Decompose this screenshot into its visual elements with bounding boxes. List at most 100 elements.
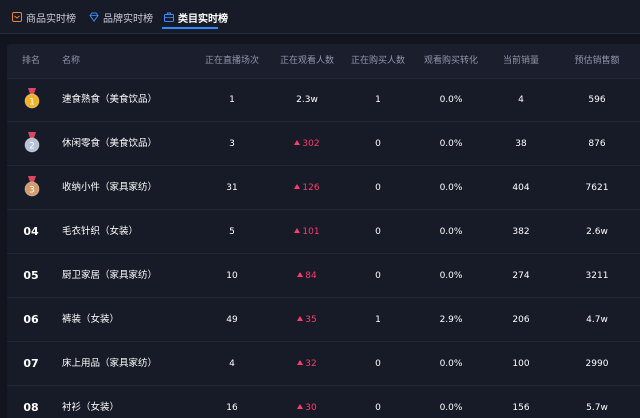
- name-cell: 休闲零食（美食饮品）: [62, 122, 192, 166]
- viewers-value: 32: [305, 359, 317, 369]
- rank-number: 2: [29, 142, 35, 152]
- name-value: 床上用品（家具家纺）: [62, 358, 158, 369]
- revenue-cell: 596: [562, 78, 632, 122]
- revenue-cell: 2990: [562, 342, 632, 386]
- table-row[interactable]: 07 床上用品（家具家纺） 4 32 0 0.0% 100 2990: [7, 342, 640, 386]
- trend-up-icon: [294, 228, 301, 233]
- conversion-value: 0.0%: [439, 95, 463, 105]
- viewers-value: 2.3w: [296, 95, 318, 105]
- rank-cell: 2: [7, 122, 55, 166]
- name-value: 衬衫（女装）: [62, 402, 120, 413]
- tab-brand-ranking[interactable]: 品牌实时榜: [89, 8, 153, 26]
- buyers-cell: 1: [343, 298, 413, 342]
- diamond-icon: [89, 12, 99, 22]
- table-row[interactable]: 3 收纳小件（家具家纺） 31 126 0 0.0% 404 7621: [7, 166, 640, 210]
- sales-value: 38: [515, 139, 527, 149]
- buyers-cell: 0: [343, 122, 413, 166]
- table-row[interactable]: 05 厨卫家居（家具家纺） 10 84 0 0.0% 274 3211: [7, 254, 640, 298]
- revenue-value: 2990: [585, 359, 609, 369]
- sales-value: 4: [518, 95, 524, 105]
- live-value: 1: [229, 95, 235, 105]
- revenue-value: 3211: [585, 271, 609, 281]
- buyers-cell: 0: [343, 166, 413, 210]
- tab-label: 品牌实时榜: [103, 13, 153, 25]
- column-header-conversion[interactable]: 观看购买转化: [416, 44, 486, 78]
- column-header-buyers[interactable]: 正在购买人数: [343, 44, 413, 78]
- buyers-value: 0: [375, 271, 381, 281]
- tab-product-ranking[interactable]: 商品实时榜: [12, 8, 76, 26]
- live-value: 4: [229, 359, 235, 369]
- rank-cell: 08: [7, 386, 55, 418]
- revenue-cell: 7621: [562, 166, 632, 210]
- viewers-cell: 302: [272, 122, 342, 166]
- rank-cell: 1: [7, 78, 55, 122]
- rank-number: 1: [29, 98, 35, 108]
- name-value: 休闲零食（美食饮品）: [62, 138, 158, 149]
- name-cell: 衬衫（女装）: [62, 386, 192, 418]
- tab-label: 商品实时榜: [26, 13, 76, 25]
- name-value: 毛衣针织（女装）: [62, 226, 139, 237]
- revenue-cell: 4.7w: [562, 298, 632, 342]
- table-row[interactable]: 04 毛衣针织（女装） 5 101 0 0.0% 382 2.6w: [7, 210, 640, 254]
- viewers-cell: 101: [272, 210, 342, 254]
- viewers-cell: 32: [272, 342, 342, 386]
- conversion-cell: 0.0%: [416, 210, 486, 254]
- sales-cell: 382: [491, 210, 551, 254]
- table-row[interactable]: 2 休闲零食（美食饮品） 3 302 0 0.0% 38 876: [7, 122, 640, 166]
- sales-cell: 404: [491, 166, 551, 210]
- live-value: 31: [226, 183, 238, 193]
- conversion-cell: 0.0%: [416, 386, 486, 418]
- buyers-value: 0: [375, 139, 381, 149]
- live-cell: 10: [197, 254, 267, 298]
- rank-cell: 3: [7, 166, 55, 210]
- conversion-cell: 0.0%: [416, 342, 486, 386]
- trend-up-icon: [297, 360, 304, 365]
- buyers-value: 0: [375, 227, 381, 237]
- name-cell: 厨卫家居（家具家纺）: [62, 254, 192, 298]
- buyers-cell: 0: [343, 386, 413, 418]
- revenue-cell: 876: [562, 122, 632, 166]
- buyers-cell: 0: [343, 342, 413, 386]
- revenue-value: 876: [588, 139, 606, 149]
- tab-category-ranking[interactable]: 类目实时榜: [164, 8, 228, 26]
- viewers-value: 101: [302, 227, 320, 237]
- viewers-value: 302: [302, 139, 320, 149]
- buyers-value: 1: [375, 315, 381, 325]
- live-value: 16: [226, 403, 238, 413]
- buyers-cell: 1: [343, 78, 413, 122]
- revenue-cell: 2.6w: [562, 210, 632, 254]
- column-header-sales[interactable]: 当前销量: [491, 44, 551, 78]
- viewers-cell: 126: [272, 166, 342, 210]
- medal-gold-icon: 1: [24, 88, 40, 109]
- live-value: 10: [226, 271, 238, 281]
- name-cell: 收纳小件（家具家纺）: [62, 166, 192, 210]
- buyers-cell: 0: [343, 254, 413, 298]
- live-value: 3: [229, 139, 235, 149]
- briefcase-icon: [164, 12, 174, 22]
- column-header-revenue[interactable]: 预估销售额: [562, 44, 632, 78]
- viewers-cell: 30: [272, 386, 342, 418]
- rank-number: 07: [23, 357, 39, 370]
- name-cell: 床上用品（家具家纺）: [62, 342, 192, 386]
- conversion-value: 2.9%: [439, 315, 463, 325]
- sales-value: 156: [512, 403, 530, 413]
- name-value: 厨卫家居（家具家纺）: [62, 270, 158, 281]
- sales-value: 382: [512, 227, 530, 237]
- sales-value: 206: [512, 315, 530, 325]
- viewers-cell: 2.3w: [272, 78, 342, 122]
- column-header-viewers[interactable]: 正在观看人数: [272, 44, 342, 78]
- buyers-value: 0: [375, 403, 381, 413]
- table-row[interactable]: 06 裤装（女装） 49 35 1 2.9% 206 4.7w: [7, 298, 640, 342]
- table-row[interactable]: 1 速食熟食（美食饮品） 1 2.3w 1 0.0% 4 596: [7, 78, 640, 122]
- rank-cell: 07: [7, 342, 55, 386]
- column-header-live[interactable]: 正在直播场次: [197, 44, 267, 78]
- conversion-value: 0.0%: [439, 183, 463, 193]
- name-value: 速食熟食（美食饮品）: [62, 94, 158, 105]
- table-row[interactable]: 08 衬衫（女装） 16 30 0 0.0% 156 5.7w: [7, 386, 640, 418]
- category-ranking-table: 排名 名称 正在直播场次 正在观看人数 正在购买人数 观看购买转化 当前销量 预…: [7, 44, 640, 418]
- buyers-cell: 0: [343, 210, 413, 254]
- sales-cell: 38: [491, 122, 551, 166]
- conversion-cell: 0.0%: [416, 122, 486, 166]
- trend-up-icon: [297, 404, 304, 409]
- trend-up-icon: [294, 140, 301, 145]
